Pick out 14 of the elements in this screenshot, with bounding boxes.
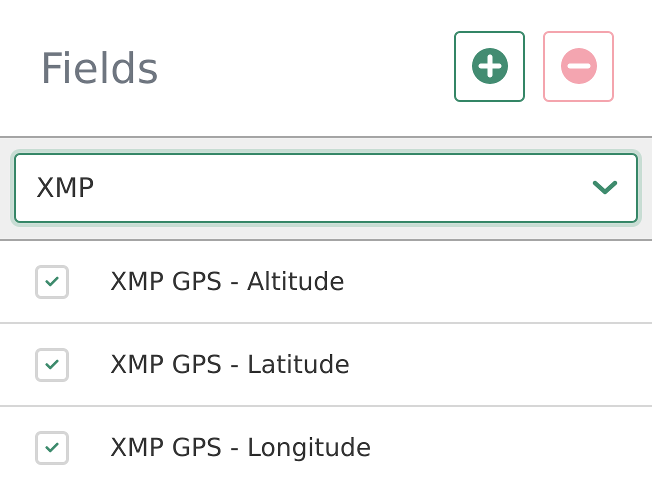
field-label: XMP GPS - Longitude (110, 433, 372, 462)
checkbox[interactable] (35, 348, 69, 382)
add-button[interactable] (454, 30, 525, 102)
panel-title: Fields (40, 44, 159, 92)
checkmark-icon (45, 276, 59, 287)
chevron-down-icon (592, 180, 618, 196)
field-label: XMP GPS - Altitude (110, 267, 345, 296)
checkmark-icon (45, 359, 59, 370)
minus-circle-icon (560, 48, 596, 84)
checkmark-icon (45, 442, 59, 453)
plus-circle-icon (472, 48, 508, 84)
checkbox[interactable] (35, 264, 69, 298)
checkbox[interactable] (35, 430, 69, 464)
field-label: XMP GPS - Latitude (110, 350, 350, 379)
